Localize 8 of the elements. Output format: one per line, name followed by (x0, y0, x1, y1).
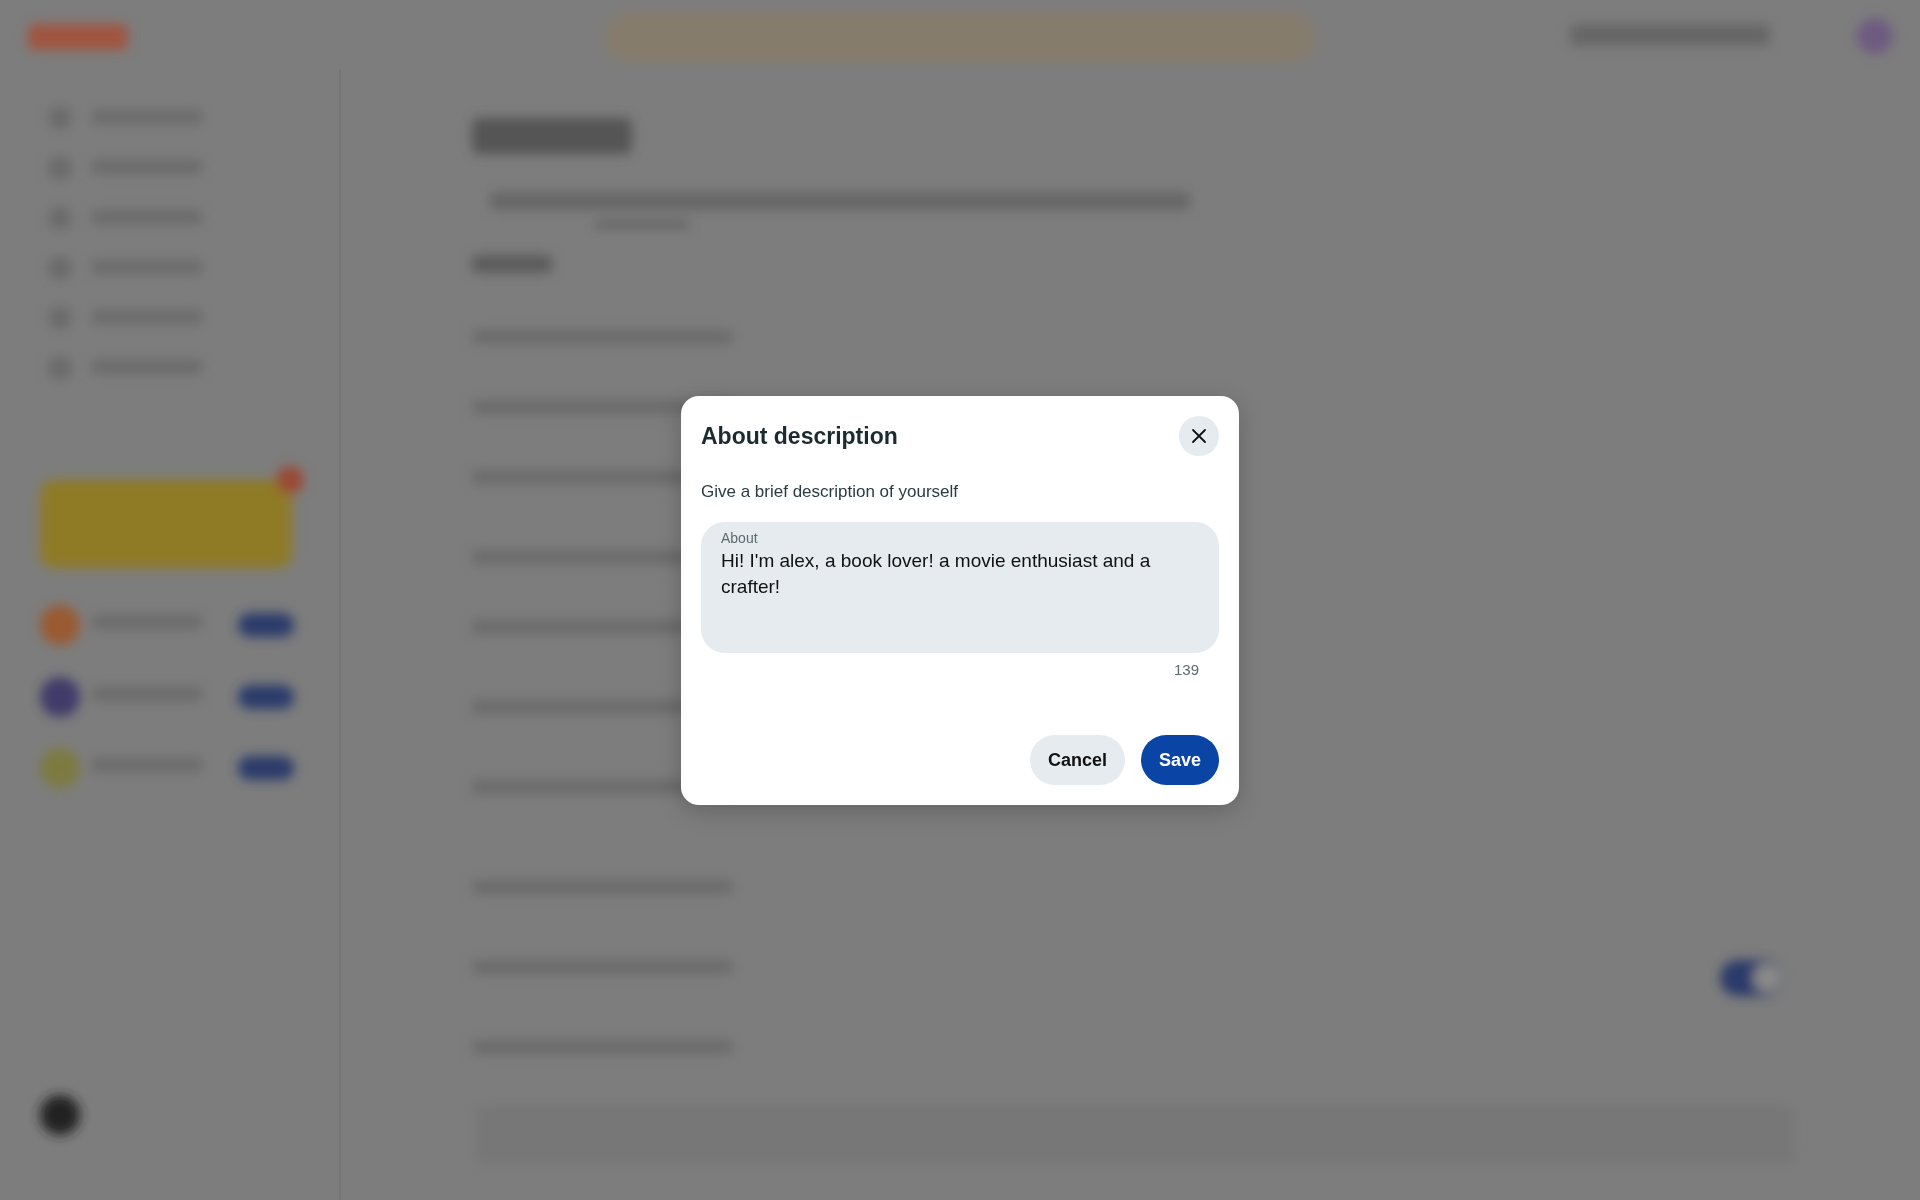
about-field[interactable]: About Hi! I'm alex, a book lover! a movie enthusiast and a crafter! (701, 522, 1219, 653)
dialog-description: Give a brief description of yourself (701, 482, 959, 502)
close-icon (1191, 428, 1207, 444)
dialog-title: About description (701, 422, 898, 450)
save-button[interactable]: Save (1140, 735, 1219, 785)
close-button[interactable] (1179, 416, 1219, 456)
cancel-button[interactable]: Cancel (1029, 735, 1125, 785)
character-count: 139 (1173, 661, 1199, 678)
